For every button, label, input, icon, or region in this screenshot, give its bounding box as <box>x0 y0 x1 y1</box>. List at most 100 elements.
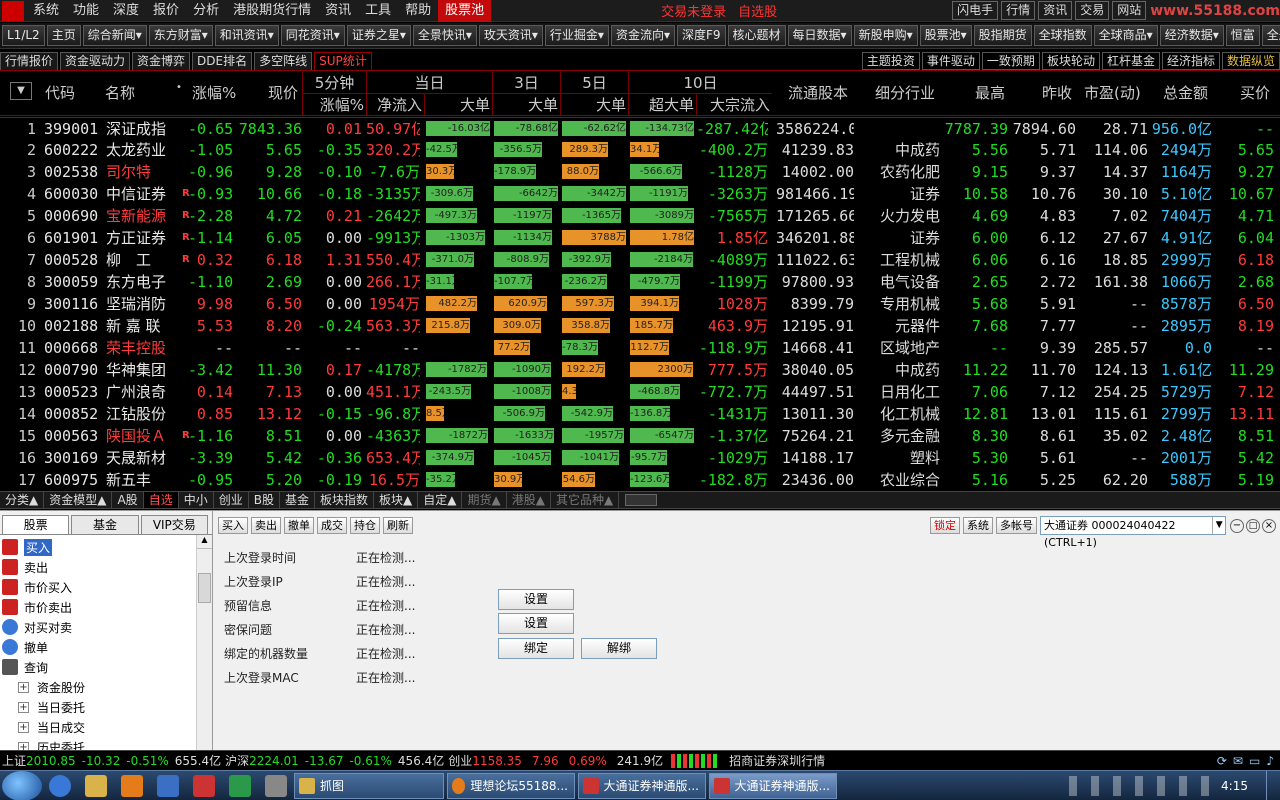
menu-analysis[interactable]: 分析 <box>186 0 226 22</box>
market-tab[interactable]: A股 <box>112 492 144 508</box>
trade-menu-item[interactable]: 撤单 <box>2 637 212 657</box>
menu-quote[interactable]: 报价 <box>146 0 186 22</box>
trade-toolbar-button[interactable]: 撤单 <box>284 517 314 534</box>
trade-toolbar-button[interactable]: 买入 <box>218 517 248 534</box>
toolbar-button[interactable]: 玫天资讯▾ <box>478 25 543 46</box>
market-tab[interactable]: 中小 <box>179 492 214 508</box>
col-big-order[interactable]: 大单 <box>424 94 492 116</box>
market-tab[interactable]: 板块指数 <box>315 492 374 508</box>
expand-icon[interactable]: + <box>18 701 29 713</box>
col-code[interactable]: 代码 <box>45 82 75 103</box>
set-reserved-info-button[interactable]: 设置 <box>498 589 574 610</box>
analysis-tab[interactable]: DDE排名 <box>192 51 253 70</box>
taskbar-item-forum[interactable]: 理想论坛55188... <box>447 772 575 799</box>
tab-vip[interactable]: VIP交易 <box>140 515 208 534</box>
col-5day-big[interactable]: 大单 <box>560 94 628 116</box>
trade-menu-item[interactable]: 卖出 <box>2 557 212 577</box>
taskbar-item-datong-1[interactable]: 大通证券神通版... <box>578 772 706 799</box>
market-tab[interactable]: 板块▲ <box>374 492 419 508</box>
data-tab[interactable]: 主题投资 <box>861 51 920 70</box>
ie-icon[interactable] <box>49 774 71 797</box>
trade-menu-item[interactable]: 市价买入 <box>2 577 212 597</box>
trade-query-item[interactable]: + 当日成交 <box>2 717 212 737</box>
col-amount[interactable]: 总金额 <box>1163 82 1208 103</box>
trade-toolbar-button[interactable]: 持仓 <box>350 517 380 534</box>
app-icon-1[interactable] <box>157 774 179 797</box>
folder-icon[interactable] <box>85 774 107 797</box>
table-row[interactable]: 14 000852 江钻股份 0.85 13.12 -0.15-96.8万 8.5万 -506… <box>0 403 1280 425</box>
table-row[interactable]: 3 002538 司尔特 -0.96 9.28 -0.10 -7.6万 30.3万 -178.9… <box>0 161 1280 183</box>
market-tab[interactable]: 期货▲ <box>462 492 507 508</box>
toolbar-button[interactable]: 恒富 <box>1225 25 1260 46</box>
menu-system[interactable]: 系统 <box>26 0 66 22</box>
trade-menu-item[interactable]: 对买对卖 <box>2 617 212 637</box>
col-prev-close[interactable]: 昨收 <box>1042 82 1072 103</box>
market-tab[interactable]: 港股▲ <box>507 492 551 508</box>
flash-trade-button[interactable]: 闪电手 <box>952 1 999 20</box>
toolbar-button[interactable]: 证券之星▾ <box>346 25 411 46</box>
trade-toolbar-button[interactable]: 成交 <box>317 517 347 534</box>
expand-icon[interactable]: + <box>18 681 29 693</box>
toolbar-button[interactable]: 每日数据▾ <box>787 25 852 46</box>
toolbar-button[interactable]: 综合新闻▾ <box>82 25 147 46</box>
toolbar-button[interactable]: 同花资讯▾ <box>280 25 345 46</box>
col-3day-big[interactable]: 大单 <box>492 94 560 116</box>
trade-query-item[interactable]: + 当日委托 <box>2 697 212 717</box>
toolbar-button[interactable]: 深度F9 <box>676 25 726 46</box>
market-tab[interactable]: 分类▲ <box>0 492 45 508</box>
market-tab[interactable]: 自选 <box>143 492 179 508</box>
toolbar-button[interactable]: 全球商品▾ <box>1093 25 1158 46</box>
market-tab[interactable]: 资金模型▲ <box>44 492 113 508</box>
trade-menu-item[interactable]: 查询 <box>2 657 212 677</box>
app-icon-3[interactable] <box>229 774 251 797</box>
bind-button[interactable]: 绑定 <box>498 638 574 659</box>
col-buy-price[interactable]: 买价 <box>1240 82 1270 103</box>
trade-toolbar-button[interactable]: 刷新 <box>383 517 413 534</box>
data-tab[interactable]: 杠杆基金 <box>1101 51 1160 70</box>
trade-menu-item[interactable]: 市价卖出 <box>2 597 212 617</box>
toolbar-button[interactable]: 全球指数 <box>1033 25 1092 46</box>
analysis-tab[interactable]: 资金博弈 <box>132 51 191 70</box>
unbind-button[interactable]: 解绑 <box>581 638 657 659</box>
col-float-shares[interactable]: 流通股本 <box>788 82 848 103</box>
close-icon[interactable]: × <box>1262 518 1276 533</box>
toolbar-button[interactable]: 全景快讯▾ <box>412 25 477 46</box>
market-tab[interactable]: 基金 <box>280 492 315 508</box>
data-tab[interactable]: 一致预期 <box>981 51 1040 70</box>
system-tray[interactable] <box>1061 775 1212 796</box>
col-5min-change[interactable]: 涨幅% <box>302 94 366 116</box>
start-button[interactable] <box>2 770 42 800</box>
table-row[interactable]: 8 300059 东方电子 -1.10 2.69 0.00266.1万 -31.1万 -107… <box>0 271 1280 293</box>
table-row[interactable]: 7 000528 柳 工 0.32 R 6.18 1.31 550.4万 -371.0万 -808… <box>0 249 1280 271</box>
tab-stock[interactable]: 股票 <box>2 515 70 534</box>
menu-hk-futures[interactable]: 港股期货行情 <box>226 0 318 22</box>
trade-toolbar-button[interactable]: 卖出 <box>251 517 281 534</box>
trade-query-item[interactable]: + 资金股份 <box>2 677 212 697</box>
market-tab[interactable]: 其它品种▲ <box>551 492 620 508</box>
set-security-question-button[interactable]: 设置 <box>498 613 574 634</box>
news-button[interactable]: 资讯 <box>1038 1 1073 20</box>
scroll-up-icon[interactable]: ▲ <box>197 535 212 549</box>
table-row[interactable]: 12 000790 华神集团 -3.42 11.30 0.17 -4178万 -1782万 -1… <box>0 359 1280 381</box>
toolbar-button[interactable]: 东方财富▾ <box>148 25 213 46</box>
restore-icon[interactable]: □ <box>1246 518 1260 533</box>
message-icon[interactable]: ✉ <box>1233 754 1243 768</box>
toolbar-button[interactable]: 行业掘金▾ <box>544 25 609 46</box>
table-row[interactable]: 15 000563 陕国投Ａ -1.16 R 8.51 0.00 -4363万 -1872万 -1… <box>0 425 1280 447</box>
menu-news[interactable]: 资讯 <box>318 0 358 22</box>
app-icon-2[interactable] <box>193 774 215 797</box>
toolbar-button[interactable]: 主页 <box>46 25 81 46</box>
toolbar-button[interactable]: 核心题材 <box>727 25 786 46</box>
menu-depth[interactable]: 深度 <box>106 0 146 22</box>
toolbar-button[interactable]: 资金流向▾ <box>610 25 675 46</box>
sound-icon[interactable]: ♪ <box>1266 754 1274 768</box>
toolbar-button[interactable]: 全般 <box>1261 25 1280 46</box>
analysis-tab[interactable]: SUP统计 <box>314 51 372 70</box>
col-change-pct[interactable]: 涨幅% <box>192 82 236 103</box>
table-row[interactable]: 4 600030 中信证券 -0.93 R 10.66 -0.18 -3135万 -309.6万… <box>0 183 1280 205</box>
toolbar-button[interactable]: 和讯资讯▾ <box>214 25 279 46</box>
market-tab[interactable]: B股 <box>249 492 280 508</box>
menu-function[interactable]: 功能 <box>66 0 106 22</box>
data-tab[interactable]: 事件驱动 <box>921 51 980 70</box>
toolbar-button[interactable]: 股指期货 <box>973 25 1032 46</box>
